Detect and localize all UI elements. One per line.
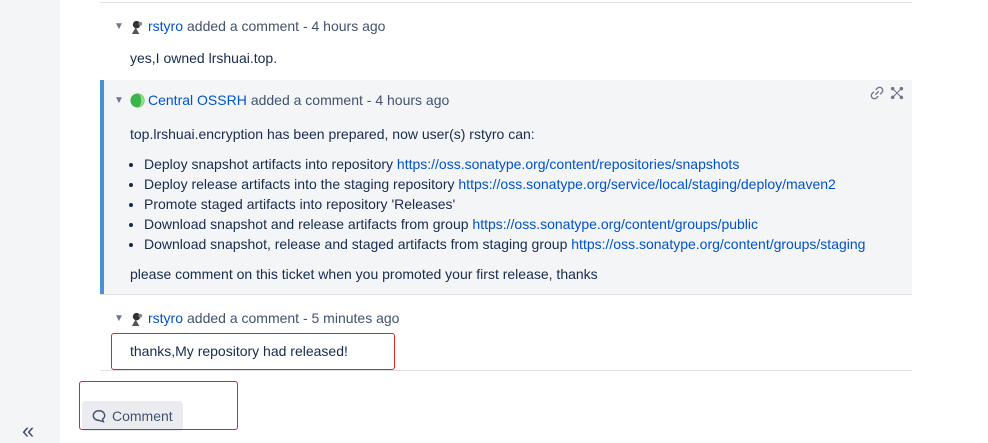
list-item: Deploy snapshot artifacts into repositor… — [144, 154, 865, 174]
divider — [100, 370, 912, 371]
list-item: Download snapshot, release and staged ar… — [144, 234, 865, 254]
collapse-sidebar-icon[interactable]: « — [22, 420, 34, 442]
comment-author-link[interactable]: Central OSSRH — [148, 92, 247, 108]
avatar — [130, 18, 145, 34]
comment-body: yes,I owned lrshuai.top. — [130, 50, 278, 66]
comment-author-link[interactable]: rstyro — [148, 310, 183, 326]
repository-link[interactable]: https://oss.sonatype.org/content/reposit… — [397, 156, 739, 172]
left-sidebar-rail — [0, 0, 60, 443]
list-item-text: Deploy snapshot artifacts into repositor… — [144, 156, 397, 172]
list-item: Promote staged artifacts into repository… — [144, 194, 865, 214]
comment-header: ▼ Central OSSRH added a comment - 4 hour… — [114, 92, 449, 108]
chevron-down-icon[interactable]: ▼ — [114, 95, 130, 106]
comment-outro: please comment on this ticket when you p… — [130, 266, 598, 282]
comment-author-link[interactable]: rstyro — [148, 18, 183, 34]
comment-rstyro-1: ▼ rstyro added a comment - 4 hours ago y… — [100, 4, 912, 84]
list-item-text: Deploy release artifacts into the stagin… — [144, 176, 459, 192]
divider — [100, 2, 912, 3]
comment-meta: added a comment - 5 minutes ago — [187, 310, 400, 326]
repository-link[interactable]: https://oss.sonatype.org/content/groups/… — [472, 216, 758, 232]
comment-header: ▼ rstyro added a comment - 5 minutes ago — [114, 310, 399, 326]
comment-meta: added a comment - 4 hours ago — [187, 18, 386, 34]
repository-link[interactable]: https://oss.sonatype.org/content/groups/… — [571, 236, 865, 252]
avatar — [130, 92, 145, 108]
list-item: Download snapshot and release artifacts … — [144, 214, 865, 234]
annotation-box — [79, 381, 238, 430]
avatar — [130, 310, 145, 326]
comment-tools — [870, 86, 904, 100]
link-icon[interactable] — [870, 86, 884, 100]
list-item-text: Download snapshot, release and staged ar… — [144, 236, 572, 252]
comment-intro: top.lrshuai.encryption has been prepared… — [130, 126, 535, 142]
comment-meta: added a comment - 4 hours ago — [250, 92, 450, 108]
list-item-text: Promote staged artifacts into repository… — [144, 196, 456, 212]
permissions-list: Deploy snapshot artifacts into repositor… — [104, 154, 865, 254]
repository-link[interactable]: https://oss.sonatype.org/service/local/s… — [458, 176, 835, 192]
chevron-down-icon[interactable]: ▼ — [114, 21, 130, 32]
divider — [100, 294, 912, 295]
chevron-down-icon[interactable]: ▼ — [114, 313, 130, 324]
more-icon[interactable] — [890, 86, 904, 100]
list-item-text: Download snapshot and release artifacts … — [144, 216, 473, 232]
comment-header: ▼ rstyro added a comment - 4 hours ago — [114, 18, 385, 34]
annotation-box — [111, 333, 395, 370]
comment-central-ossrh: ▼ Central OSSRH added a comment - 4 hour… — [100, 80, 912, 294]
list-item: Deploy release artifacts into the stagin… — [144, 174, 865, 194]
